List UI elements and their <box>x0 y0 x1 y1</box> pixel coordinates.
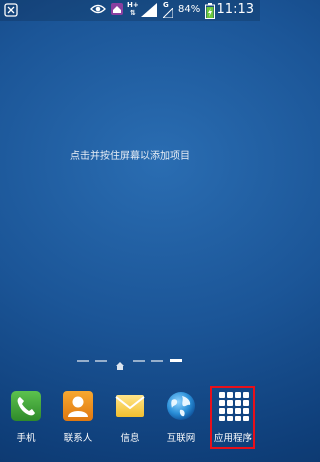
battery-charging-icon <box>205 3 215 22</box>
page-dot[interactable] <box>151 360 163 362</box>
app-label: 手机 <box>16 433 36 444</box>
secondary-signal-icon <box>161 6 174 21</box>
internet-globe-icon <box>165 390 197 422</box>
home-status-icon <box>111 2 123 19</box>
app-dock: 手机 联系人 信息 互联网 应用程序 <box>0 382 260 462</box>
app-label: 互联网 <box>166 433 196 444</box>
phone-app[interactable]: 手机 <box>1 390 51 444</box>
contacts-app[interactable]: 联系人 <box>53 390 103 444</box>
app-label: 联系人 <box>63 433 93 444</box>
internet-app[interactable]: 互联网 <box>156 390 206 444</box>
eye-icon <box>90 2 106 19</box>
page-dot-active[interactable] <box>170 359 182 362</box>
page-indicator[interactable] <box>0 356 260 370</box>
apps-highlight-box <box>210 386 255 449</box>
signal-strength-icon <box>140 2 158 21</box>
page-dot[interactable] <box>95 360 107 362</box>
notification-icon <box>4 3 18 20</box>
clock: 11:13 <box>216 2 254 17</box>
page-dot[interactable] <box>77 360 89 362</box>
messages-icon <box>114 390 146 422</box>
page-dot[interactable] <box>133 360 145 362</box>
network-type-label: H+ ⇅ <box>127 1 139 17</box>
phone-icon <box>10 390 42 422</box>
status-bar: H+ ⇅ G 84% 11:13 <box>0 0 260 21</box>
battery-percent: 84% <box>178 4 201 15</box>
messages-app[interactable]: 信息 <box>105 390 155 444</box>
app-label: 信息 <box>120 433 140 444</box>
home-hint-text: 点击并按住屏幕以添加项目 <box>70 151 190 162</box>
contacts-icon <box>62 390 94 422</box>
home-page-icon[interactable] <box>115 356 125 375</box>
